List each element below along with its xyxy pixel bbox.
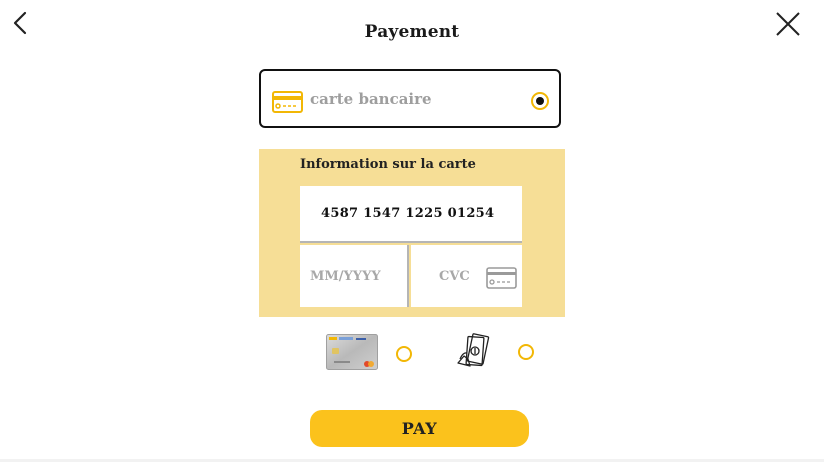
page-title: Payement — [364, 22, 460, 42]
cash-icon — [456, 333, 492, 369]
cash-option-radio[interactable] — [518, 344, 534, 360]
payment-method-card-option[interactable]: carte bancaire — [259, 69, 561, 128]
cvc-field[interactable]: CVC — [411, 245, 522, 307]
payment-method-label: carte bancaire — [310, 90, 432, 108]
expiry-field[interactable]: MM/YYYY — [300, 245, 409, 307]
cvc-placeholder: CVC — [439, 269, 470, 284]
card-number-value: 4587 1547 1225 01254 — [321, 206, 495, 221]
credit-card-icon — [272, 91, 303, 117]
credit-card-icon — [486, 267, 517, 293]
close-icon[interactable] — [774, 10, 802, 38]
radio-selected-dot — [536, 97, 544, 105]
payment-method-radio[interactable] — [531, 92, 549, 110]
bank-card-image — [326, 334, 378, 370]
pay-button[interactable]: PAY — [310, 410, 529, 447]
card-info-panel: Information sur la carte 4587 1547 1225 … — [259, 149, 565, 317]
card-info-heading: Information sur la carte — [300, 157, 476, 172]
card-number-field[interactable]: 4587 1547 1225 01254 — [300, 186, 522, 243]
bank-card-option-radio[interactable] — [396, 346, 412, 362]
expiry-placeholder: MM/YYYY — [310, 269, 381, 284]
